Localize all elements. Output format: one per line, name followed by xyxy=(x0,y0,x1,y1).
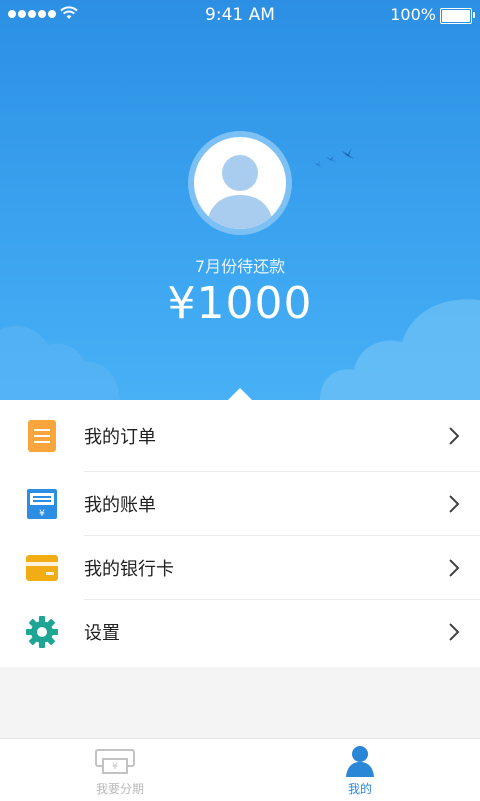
menu-item-label: 我的账单 xyxy=(84,495,156,516)
chevron-right-icon xyxy=(449,427,460,445)
bottom-tab-bar: ¥ 我要分期 我的 xyxy=(0,738,480,801)
bill-icon: ¥ xyxy=(26,488,58,520)
menu-item-label: 我的订单 xyxy=(84,427,156,448)
tab-me[interactable]: 我的 xyxy=(240,739,480,801)
settings-gear-icon xyxy=(26,616,58,648)
order-icon xyxy=(26,420,58,452)
tab-label: 我的 xyxy=(347,782,372,796)
menu-item-orders[interactable]: 我的订单 xyxy=(0,400,480,472)
menu-item-label: 我的银行卡 xyxy=(84,559,174,580)
chevron-right-icon xyxy=(449,559,460,577)
menu-item-label: 设置 xyxy=(84,623,120,644)
menu-item-bills[interactable]: ¥ 我的账单 xyxy=(0,472,480,536)
installment-icon: ¥ xyxy=(95,749,135,774)
battery-icon xyxy=(440,8,475,24)
avatar[interactable] xyxy=(188,131,292,235)
repayment-label: 7月份待还款 xyxy=(194,257,286,276)
avatar-placeholder-icon xyxy=(194,137,286,229)
menu-item-settings[interactable]: 设置 xyxy=(0,600,480,664)
menu-item-bank-cards[interactable]: 我的银行卡 xyxy=(0,536,480,600)
birds-decoration xyxy=(314,148,354,167)
svg-text:¥: ¥ xyxy=(112,762,118,772)
tab-label: 我要分期 xyxy=(95,782,144,796)
bank-card-icon xyxy=(26,552,58,584)
svg-text:¥: ¥ xyxy=(39,509,45,519)
profile-icon xyxy=(346,746,374,777)
tab-installment[interactable]: ¥ 我要分期 xyxy=(0,739,240,801)
repayment-amount: ¥1000 xyxy=(167,278,313,329)
chevron-right-icon xyxy=(449,623,460,641)
battery-percentage: 100% xyxy=(390,5,436,24)
profile-menu: 我的订单 ¥ 我的账单 我的银行卡 设置 xyxy=(0,400,480,667)
chevron-right-icon xyxy=(449,495,460,513)
header-pointer xyxy=(228,388,252,400)
profile-header: 9:41 AM 100% 7月份待还款 ¥1000 xyxy=(0,0,480,400)
status-bar: 9:41 AM 100% xyxy=(0,0,480,30)
